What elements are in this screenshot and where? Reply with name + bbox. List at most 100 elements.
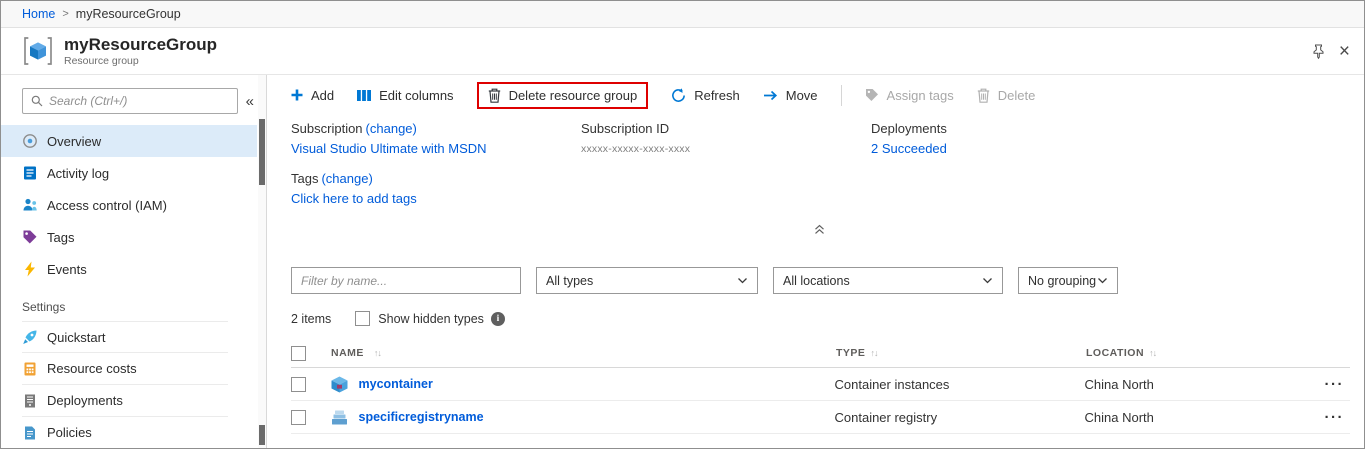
assign-tags-label: Assign tags [887,88,954,103]
resource-location: China North [1085,410,1325,425]
policies-icon [22,425,38,441]
sidebar-item-activity-log[interactable]: Activity log [1,157,257,189]
sidebar-collapse-button[interactable]: « [244,93,256,110]
scrollbar-thumb[interactable] [259,119,265,185]
row-checkbox[interactable] [291,377,306,392]
essentials-panel: Subscription(change) Visual Studio Ultim… [291,121,1364,237]
breadcrumb-home-link[interactable]: Home [22,7,55,21]
toolbar-divider [841,85,842,106]
refresh-button[interactable]: Refresh [671,88,740,103]
resource-group-icon [23,36,53,66]
subscription-id-field: Subscription ID xxxxx-xxxxx-xxxx-xxxx [581,121,871,158]
page-title: myResourceGroup [64,35,217,54]
location-filter-dropdown[interactable]: All locations [773,267,1003,294]
sort-icon: ↑↓ [1149,348,1156,358]
sidebar-nav: Overview Activity log Access control (IA… [1,125,266,285]
delete-button[interactable]: Delete [977,88,1036,103]
sidebar-item-quickstart[interactable]: Quickstart [22,321,228,353]
sidebar-item-policies[interactable]: Policies [22,417,228,449]
page-subtitle: Resource group [64,55,217,67]
column-header-type[interactable]: TYPE ↑↓ [836,347,1086,359]
table-row[interactable]: specificregistryname Container registry … [291,401,1350,434]
filter-by-name-input[interactable] [291,267,521,294]
show-hidden-checkbox[interactable] [355,311,370,326]
column-label: TYPE [836,347,865,359]
add-tags-link[interactable]: Click here to add tags [291,191,417,206]
sidebar-item-label: Activity log [47,166,109,181]
sidebar-item-label: Tags [47,230,74,245]
events-icon [22,261,38,277]
column-label: NAME [331,347,364,359]
assign-tags-button[interactable]: Assign tags [865,88,954,103]
activity-log-icon [22,165,38,181]
row-checkbox[interactable] [291,410,306,425]
sidebar-scrollbar[interactable] [258,75,266,448]
location-filter-value: All locations [783,274,850,288]
essentials-collapse-row [291,222,1364,237]
chevron-down-icon [737,277,748,284]
sidebar-item-events[interactable]: Events [1,253,257,285]
items-summary-row: 2 items Show hidden types i [291,311,1364,326]
column-label: LOCATION [1086,347,1144,359]
collapse-essentials-button[interactable] [807,222,832,237]
tag-icon [865,88,879,102]
chevron-down-icon [1097,277,1108,284]
sidebar-item-resource-costs[interactable]: Resource costs [22,353,228,385]
container-registry-icon [330,408,349,427]
subscription-change-link[interactable]: (change) [366,121,417,136]
delete-resource-group-button[interactable]: Delete resource group [488,88,638,103]
blade-header: myResourceGroup Resource group × [1,28,1364,75]
sidebar-item-tags[interactable]: Tags [1,221,257,253]
table-row[interactable]: mycontainer Container instances China No… [291,368,1350,401]
edit-columns-button[interactable]: Edit columns [357,88,453,103]
chevron-down-icon [982,277,993,284]
subscription-id-label: Subscription ID [581,121,859,136]
grouping-dropdown[interactable]: No grouping [1018,267,1118,294]
deployments-value-link[interactable]: 2 Succeeded [871,141,947,156]
refresh-icon [671,88,686,103]
sidebar-item-overview[interactable]: Overview [1,125,257,157]
resource-type: Container registry [835,410,1085,425]
type-filter-dropdown[interactable]: All types [536,267,758,294]
column-header-name[interactable]: NAME ↑↓ [331,347,836,359]
edit-columns-label: Edit columns [379,88,453,103]
close-glyph: × [1339,44,1350,59]
resource-menu-sidebar: « Overview Activity log [1,75,267,448]
add-button[interactable]: Add [291,88,334,103]
header-actions: × [1312,44,1354,59]
main-content: Add Edit columns Delete resource group [267,75,1364,448]
resource-type: Container instances [835,377,1085,392]
subscription-value-link[interactable]: Visual Studio Ultimate with MSDN [291,141,487,156]
info-icon[interactable]: i [491,312,505,326]
column-header-location[interactable]: LOCATION ↑↓ [1086,347,1326,359]
azure-portal-window: Home > myResourceGroup myResourceGroup R… [0,0,1365,449]
command-bar: Add Edit columns Delete resource group [291,75,1364,115]
select-all-checkbox[interactable] [291,346,306,361]
sort-icon: ↑↓ [870,348,877,358]
pin-icon[interactable] [1312,44,1325,59]
deployments-icon [22,393,38,409]
search-input[interactable] [49,94,229,108]
add-label: Add [311,88,334,103]
sidebar-search[interactable] [22,88,238,114]
close-icon[interactable]: × [1339,44,1350,59]
sidebar-item-deployments[interactable]: Deployments [22,385,228,417]
delete-resource-group-highlight: Delete resource group [477,82,649,109]
resource-link[interactable]: specificregistryname [359,410,484,424]
trash-icon [488,88,501,103]
context-menu-button[interactable]: ··· [1325,376,1345,393]
resource-link[interactable]: mycontainer [359,377,433,391]
sort-icon: ↑↓ [374,348,381,358]
move-button[interactable]: Move [763,88,818,103]
sidebar-item-label: Quickstart [47,330,106,345]
sidebar-item-access-control[interactable]: Access control (IAM) [1,189,257,221]
tags-change-link[interactable]: (change) [321,171,372,186]
scrollbar-thumb[interactable] [259,425,265,445]
trash-icon [977,88,990,103]
edit-columns-icon [357,89,371,102]
sidebar-top: « [1,88,266,114]
resource-location: China North [1085,377,1325,392]
access-control-icon [22,197,38,213]
title-block: myResourceGroup Resource group [64,35,217,67]
context-menu-button[interactable]: ··· [1325,409,1345,426]
